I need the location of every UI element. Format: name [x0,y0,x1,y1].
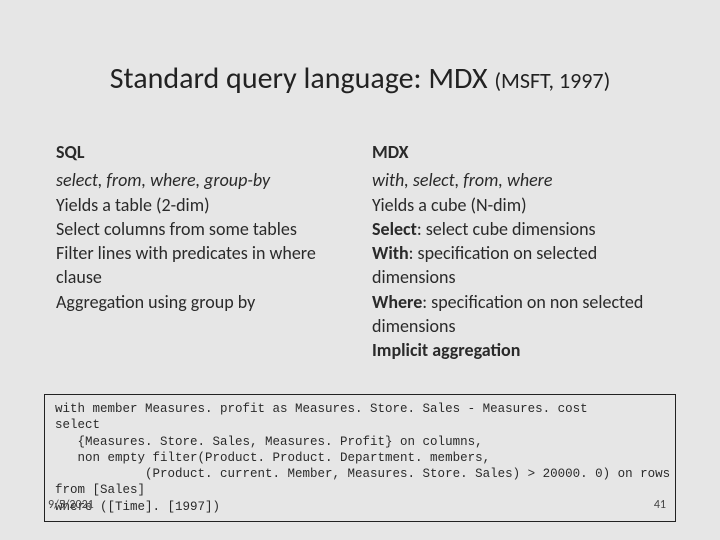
mdx-implicit-line: Implicit aggregation [372,338,664,362]
mdx-yields: Yields a cube (N-dim) [372,193,664,217]
mdx-where-kw: Where [372,291,422,313]
mdx-heading: MDX [372,140,664,164]
sql-heading: SQL [56,140,348,164]
sql-clauses: select, from, where, group-by [56,168,348,192]
sql-column: SQL select, from, where, group-by Yields… [56,140,348,363]
mdx-select-kw: Select [372,218,417,240]
comparison-columns: SQL select, from, where, group-by Yields… [56,140,664,363]
mdx-column: MDX with, select, from, where Yields a c… [372,140,664,363]
code-box: with member Measures. profit as Measures… [44,394,676,522]
mdx-clauses: with, select, from, where [372,168,664,192]
footer-date: 9/5/2021 [48,498,94,512]
sql-body: Yields a table (2-dim) Select columns fr… [56,193,348,314]
mdx-select-rest: : select cube dimensions [417,218,596,240]
mdx-with-kw: With [372,242,409,264]
title-sub: (MSFT, 1997) [494,67,610,94]
slide: Standard query language: MDX (MSFT, 1997… [0,0,720,540]
mdx-select-line: Select: select cube dimensions [372,217,664,241]
mdx-where-line: Where: specification on non selected dim… [372,290,664,339]
mdx-with-line: With: specification on selected dimensio… [372,241,664,290]
slide-title: Standard query language: MDX (MSFT, 1997… [0,60,720,97]
title-main: Standard query language: MDX [110,60,495,97]
mdx-implicit-kw: Implicit aggregation [372,339,520,361]
footer-page: 41 [654,498,666,512]
